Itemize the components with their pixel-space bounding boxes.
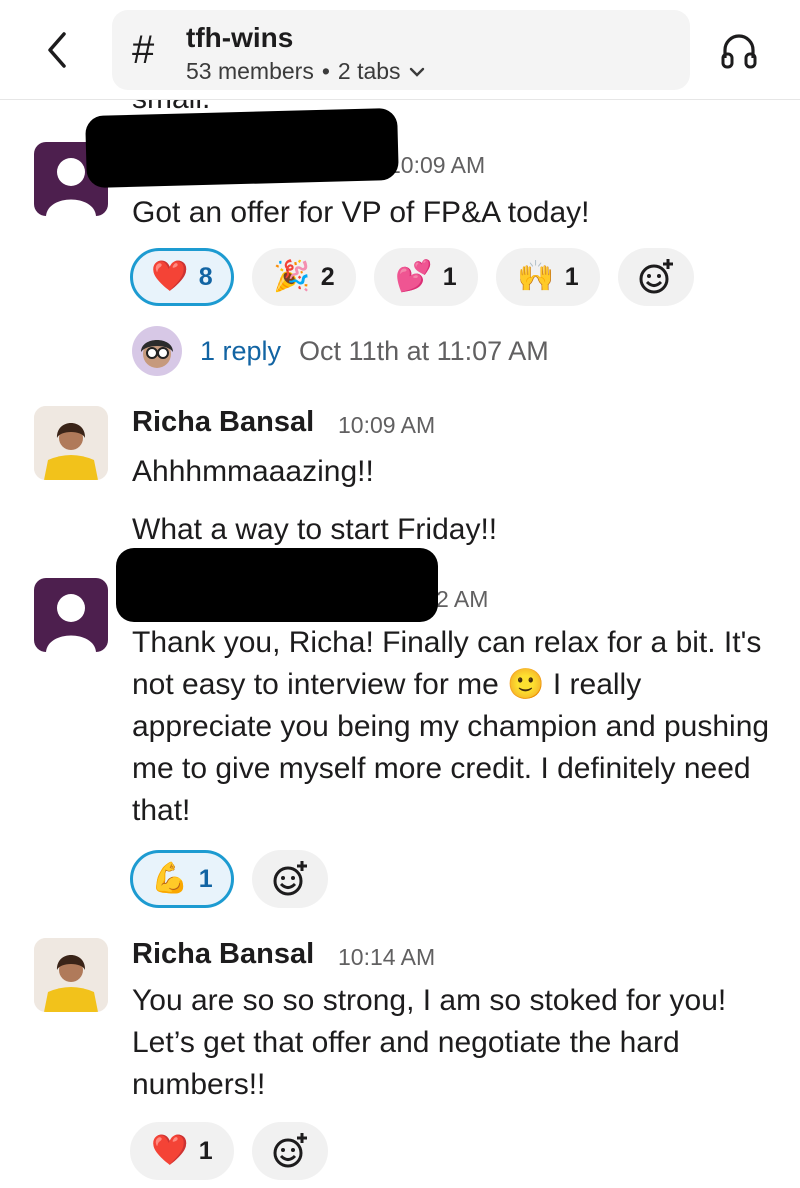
sender-name[interactable]: Richa Bansal [132, 406, 314, 439]
reaction-bar: 💪 1 [130, 850, 328, 908]
back-chevron-icon[interactable] [38, 28, 78, 72]
reaction-bar: ❤️ 8 🎉 2 💕 1 🙌 1 [130, 248, 694, 306]
channel-header: # tfh-wins 53 members • 2 tabs [0, 0, 800, 100]
message-time: 10:09 AM [338, 412, 436, 438]
chevron-down-icon [409, 67, 424, 77]
message-text: Thank you, Richa! Finally can relax for … [132, 626, 770, 827]
add-emoji-icon [273, 861, 307, 896]
avatar[interactable] [34, 578, 108, 652]
reaction-two-hearts[interactable]: 💕 1 [374, 248, 478, 306]
party-popper-emoji-icon: 🎉 [273, 259, 311, 294]
reaction-raising-hands[interactable]: 🙌 1 [496, 248, 600, 306]
meta-separator: • [321, 58, 330, 84]
add-reaction-button[interactable] [618, 248, 694, 306]
channel-info-button[interactable]: # tfh-wins 53 members • 2 tabs [112, 10, 690, 90]
reaction-count: 1 [564, 262, 579, 291]
message-line: Ahhhmmaaazing!! [132, 455, 374, 488]
avatar[interactable] [34, 406, 108, 480]
add-reaction-button[interactable] [252, 1122, 328, 1180]
add-emoji-icon [273, 1133, 307, 1168]
reaction-flexed-biceps[interactable]: 💪 1 [130, 850, 234, 908]
message-time: 10:09 AM [388, 152, 486, 178]
message-time: 10:14 AM [338, 944, 436, 970]
reaction-heart[interactable]: ❤️ 8 [130, 248, 234, 306]
two-hearts-emoji-icon: 💕 [395, 259, 433, 294]
sender-name[interactable]: Richa Bansal [132, 938, 314, 971]
raising-hands-emoji-icon: 🙌 [517, 259, 555, 294]
message-text: Got an offer for VP of FP&A today! [132, 196, 590, 229]
reaction-count: 1 [198, 864, 213, 893]
reaction-count: 2 [320, 262, 335, 291]
reaction-bar: ❤️ 1 [130, 1122, 328, 1180]
reaction-count: 1 [442, 262, 457, 291]
message-time: 2 AM [436, 586, 489, 612]
redacted-name [116, 548, 438, 622]
redacted-name [85, 107, 399, 189]
reply-count-link[interactable]: 1 reply [200, 336, 281, 367]
hash-icon: # [132, 28, 155, 72]
add-emoji-icon [639, 259, 673, 294]
reaction-party-popper[interactable]: 🎉 2 [252, 248, 356, 306]
thread-summary[interactable]: 1 reply Oct 11th at 11:07 AM [132, 326, 549, 376]
message-text: You are so so strong, I am so stoked for… [132, 984, 727, 1101]
message-line: What a way to start Friday!! [132, 513, 498, 546]
headphones-icon[interactable] [718, 30, 760, 72]
channel-meta: 53 members • 2 tabs [186, 58, 425, 85]
channel-name: tfh-wins [186, 22, 294, 53]
tabs-count: 2 tabs [337, 58, 401, 84]
heart-emoji-icon: ❤️ [151, 259, 189, 294]
reaction-count: 8 [198, 262, 213, 291]
reaction-count: 1 [198, 1136, 213, 1165]
member-count: 53 members [186, 58, 314, 84]
avatar[interactable] [34, 938, 108, 1012]
heart-emoji-icon: ❤️ [151, 1133, 189, 1168]
reaction-heart[interactable]: ❤️ 1 [130, 1122, 234, 1180]
reply-avatar [132, 326, 182, 376]
add-reaction-button[interactable] [252, 850, 328, 908]
flexed-biceps-emoji-icon: 💪 [151, 861, 189, 896]
last-reply-date: Oct 11th at 11:07 AM [299, 335, 549, 366]
